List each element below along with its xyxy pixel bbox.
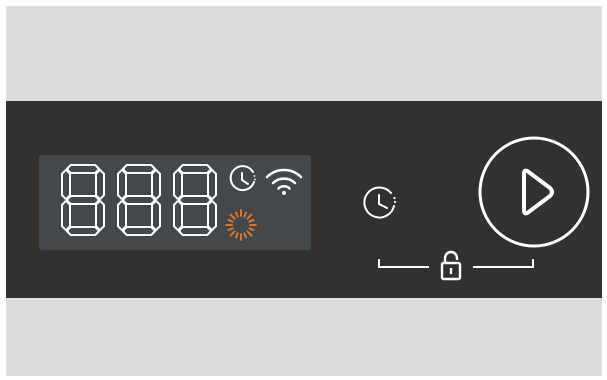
segment-e (61, 199, 71, 232)
segment-d (121, 226, 157, 236)
segment-a (65, 164, 101, 174)
digit-1-value: 8 (0, 0, 1, 1)
child-lock-indicator[interactable] (376, 250, 536, 286)
digit-3 (173, 164, 217, 236)
timer-button[interactable] (358, 182, 400, 224)
segment-f (117, 168, 127, 201)
segment-f (61, 168, 71, 201)
lock-bracket-right (473, 259, 534, 268)
lock-bracket-left (378, 259, 429, 268)
segment-g (121, 195, 157, 205)
timer-icon (229, 165, 256, 192)
start-pause-button[interactable] (478, 136, 590, 248)
segment-a (121, 164, 157, 174)
digit-1 (61, 164, 105, 236)
segment-b (151, 168, 161, 201)
unlocked-padlock-icon (440, 250, 462, 281)
digit-values: 8 8 8 (0, 0, 1, 1)
segment-a (177, 164, 213, 174)
timer-icon (363, 186, 397, 219)
play-icon (522, 168, 554, 216)
segment-g (65, 195, 101, 205)
segment-c (95, 199, 105, 232)
wifi-icon (265, 168, 303, 195)
segment-b (207, 168, 217, 201)
segment-e (173, 199, 183, 232)
sparkle-icon (225, 209, 257, 241)
segment-f (173, 168, 183, 201)
segment-c (207, 199, 217, 232)
segment-g (177, 195, 213, 205)
segment-e (117, 199, 127, 232)
segment-c (151, 199, 161, 232)
segment-d (65, 226, 101, 236)
start-button-ring (478, 136, 590, 248)
segment-b (95, 168, 105, 201)
segment-d (177, 226, 213, 236)
digit-display (61, 164, 303, 241)
digit-2 (117, 164, 161, 236)
